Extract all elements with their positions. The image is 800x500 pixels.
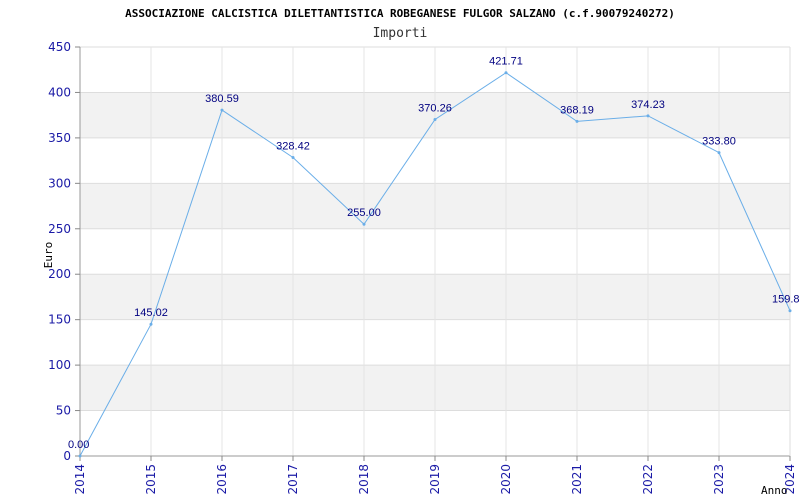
- data-point: [291, 156, 295, 160]
- y-tick-label: 450: [48, 40, 71, 54]
- x-tick-label: 2015: [144, 464, 158, 495]
- x-axis-ticks: 2014 2015 2016 2017 2018 2019 2020 2021 2022 2023…: [73, 456, 797, 495]
- data-point: [220, 108, 224, 112]
- y-tick-label: 200: [48, 267, 71, 281]
- data-point: [362, 222, 366, 226]
- x-tick-label: 2019: [428, 464, 442, 495]
- data-label: 374.23: [631, 99, 665, 111]
- x-tick-label: 2023: [712, 464, 726, 495]
- x-tick-label: 2018: [357, 464, 371, 495]
- chart-subtitle: Importi: [373, 26, 428, 41]
- data-label: 159.83: [772, 294, 800, 306]
- x-tick-label: 2022: [641, 464, 655, 495]
- x-tick-label: 2020: [499, 464, 513, 495]
- y-tick-label: 50: [56, 404, 71, 418]
- data-label: 0.00: [68, 439, 89, 451]
- data-label: 255.00: [347, 207, 381, 219]
- data-point: [575, 119, 579, 123]
- data-point: [788, 309, 792, 313]
- y-axis-label: Euro: [42, 242, 55, 269]
- y-tick-label: 250: [48, 222, 71, 236]
- y-tick-label: 0: [63, 449, 71, 463]
- data-label: 328.42: [276, 141, 310, 153]
- x-tick-label: 2017: [286, 464, 300, 495]
- data-point: [78, 454, 82, 458]
- data-label: 421.71: [489, 56, 523, 68]
- chart-title: ASSOCIAZIONE CALCISTICA DILETTANTISTICA …: [125, 7, 675, 20]
- x-axis-label: Anno: [761, 484, 788, 497]
- data-label: 368.19: [560, 104, 594, 116]
- x-tick-label: 2016: [215, 464, 229, 495]
- x-tick-label: 2021: [570, 464, 584, 495]
- data-point: [717, 151, 721, 155]
- data-point: [149, 322, 153, 326]
- y-tick-label: 300: [48, 176, 71, 190]
- data-point: [646, 114, 650, 118]
- data-point: [433, 117, 437, 121]
- line-chart: ASSOCIAZIONE CALCISTICA DILETTANTISTICA …: [42, 7, 800, 497]
- y-tick-label: 150: [48, 313, 71, 327]
- data-label: 380.59: [205, 93, 239, 105]
- data-label: 333.80: [702, 136, 736, 148]
- data-label: 145.02: [134, 307, 168, 319]
- y-tick-label: 100: [48, 358, 71, 372]
- x-tick-label: 2014: [73, 464, 87, 495]
- data-point: [504, 71, 508, 75]
- data-label: 370.26: [418, 102, 452, 114]
- y-tick-label: 350: [48, 131, 71, 145]
- y-tick-label: 400: [48, 85, 71, 99]
